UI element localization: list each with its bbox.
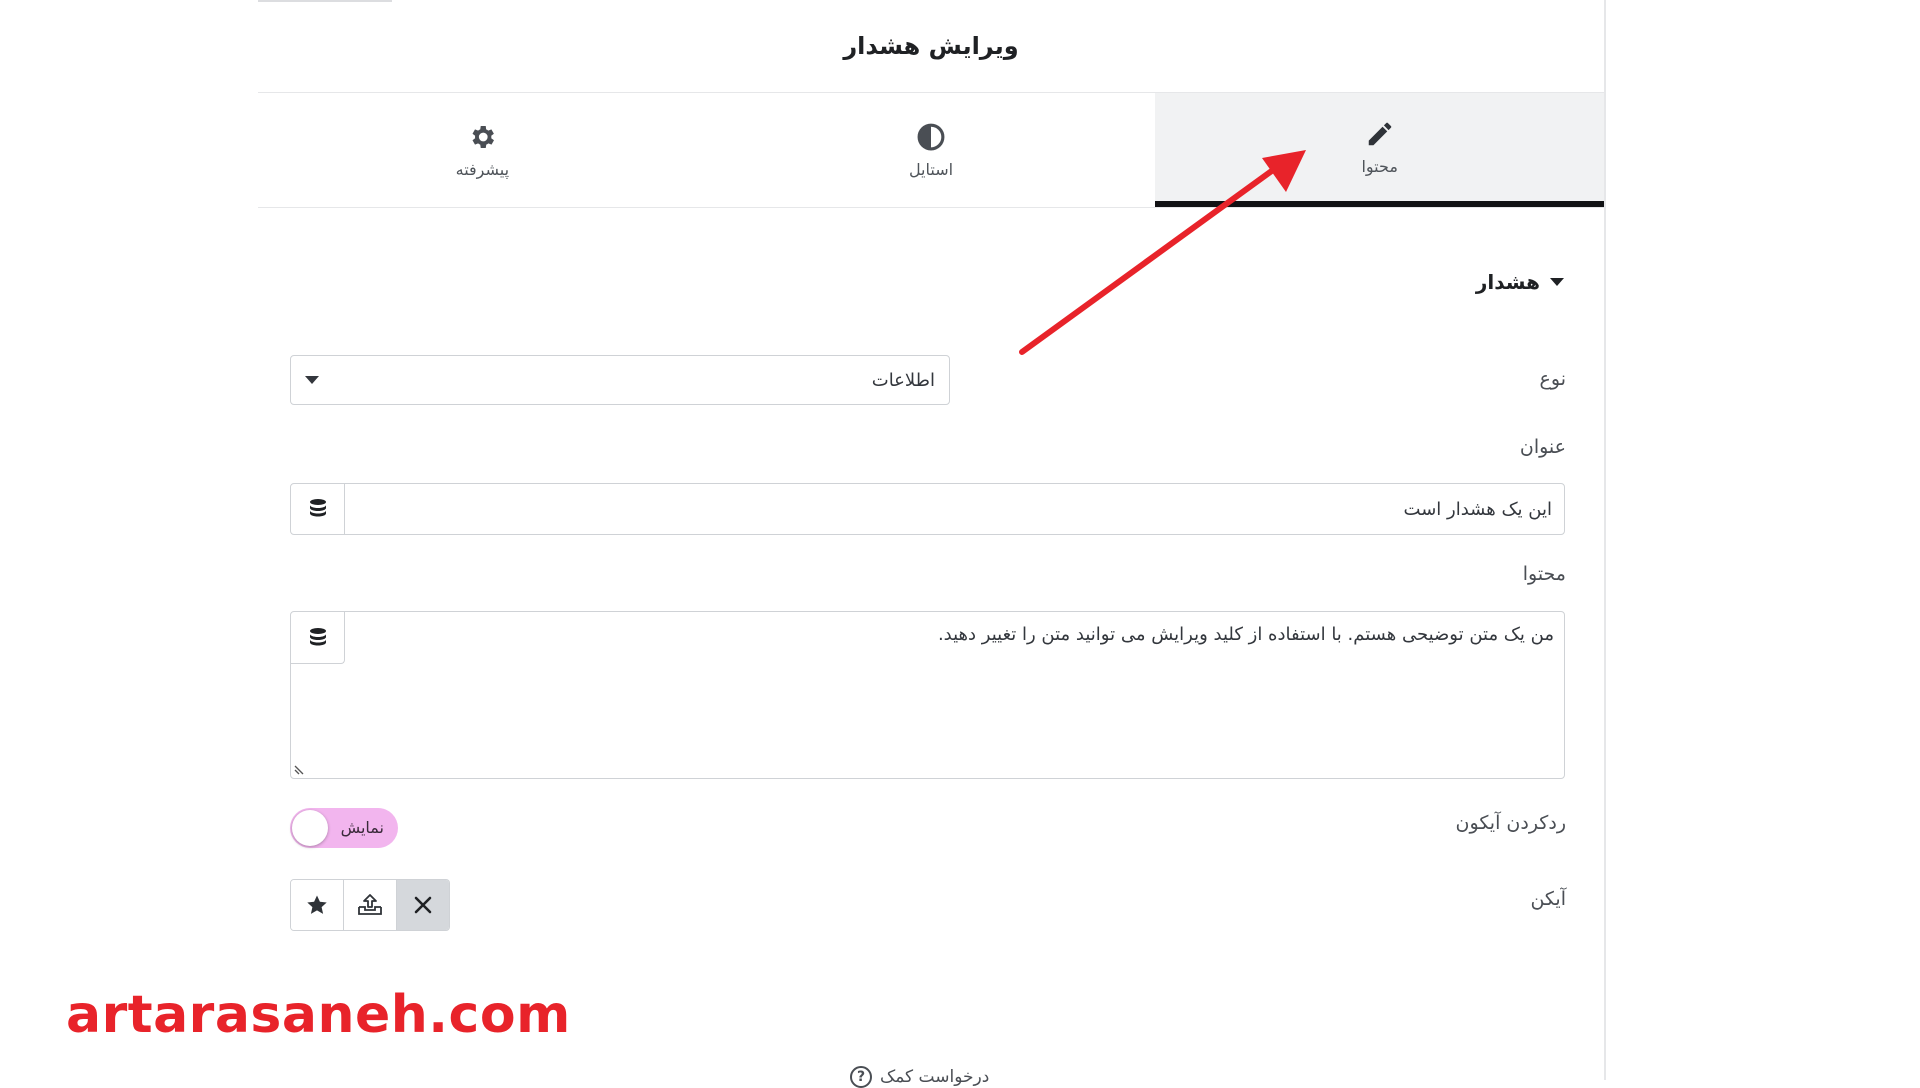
- tab-style[interactable]: استایل: [707, 93, 1156, 207]
- icon-library-button[interactable]: [291, 880, 344, 930]
- content-textarea[interactable]: من یک متن توضیحی هستم. با استفاده از کلی…: [290, 611, 1565, 779]
- help-text: درخواست کمک: [880, 1067, 990, 1087]
- dynamic-tags-button-content[interactable]: [291, 612, 345, 664]
- panel-title: ویرایش هشدار: [843, 32, 1019, 60]
- title-label: عنوان: [1519, 436, 1566, 458]
- database-icon: [309, 499, 326, 517]
- upload-svg-button[interactable]: [344, 880, 397, 930]
- upload-icon: [358, 894, 382, 915]
- section-toggle-alert[interactable]: هشدار: [1476, 270, 1564, 294]
- toggle-label: نمایش: [340, 818, 384, 837]
- title-field: [290, 483, 1565, 535]
- content-text: من یک متن توضیحی هستم. با استفاده از کلی…: [937, 624, 1554, 645]
- content-label: محتوا: [1522, 563, 1566, 585]
- section-title: هشدار: [1475, 270, 1540, 294]
- tab-advanced-label: پیشرفته: [455, 159, 510, 179]
- icon-picker: [290, 879, 450, 931]
- type-select[interactable]: اطلاعات: [290, 355, 950, 405]
- toggle-knob: [292, 810, 328, 846]
- star-icon: [307, 895, 327, 914]
- close-icon: [414, 896, 432, 914]
- tab-advanced[interactable]: پیشرفته: [258, 93, 707, 207]
- dismiss-icon-toggle[interactable]: نمایش: [290, 808, 398, 848]
- resize-handle-icon[interactable]: [294, 763, 306, 775]
- watermark-text: artarasaneh.com: [66, 985, 571, 1045]
- type-label: نوع: [1539, 368, 1566, 390]
- type-select-value: اطلاعات: [871, 369, 935, 391]
- contrast-icon: [917, 123, 945, 150]
- panel-header: ویرایش هشدار: [258, 0, 1604, 93]
- title-input[interactable]: [345, 484, 1564, 534]
- chevron-down-icon: [305, 376, 319, 384]
- caret-down-icon: [1550, 278, 1564, 286]
- help-link[interactable]: درخواست کمک ?: [850, 1066, 989, 1088]
- tab-content[interactable]: محتوا: [1155, 93, 1604, 207]
- database-icon: [309, 627, 326, 645]
- tab-bar: محتوا استایل پیشرفته: [258, 93, 1604, 208]
- dynamic-tags-button[interactable]: [291, 484, 345, 534]
- tab-style-label: استایل: [908, 159, 954, 179]
- question-icon: ?: [850, 1066, 872, 1088]
- dismiss-icon-label: ردکردن آیکون: [1455, 812, 1566, 834]
- tab-content-label: محتوا: [1361, 156, 1398, 176]
- pencil-icon: [1368, 122, 1391, 145]
- editor-panel: ویرایش هشدار محتوا استایل پیشرفته هشدار …: [258, 0, 1606, 1088]
- no-icon-button[interactable]: [397, 880, 449, 930]
- gear-icon: [472, 125, 495, 148]
- icon-label: آیکن: [1530, 888, 1566, 910]
